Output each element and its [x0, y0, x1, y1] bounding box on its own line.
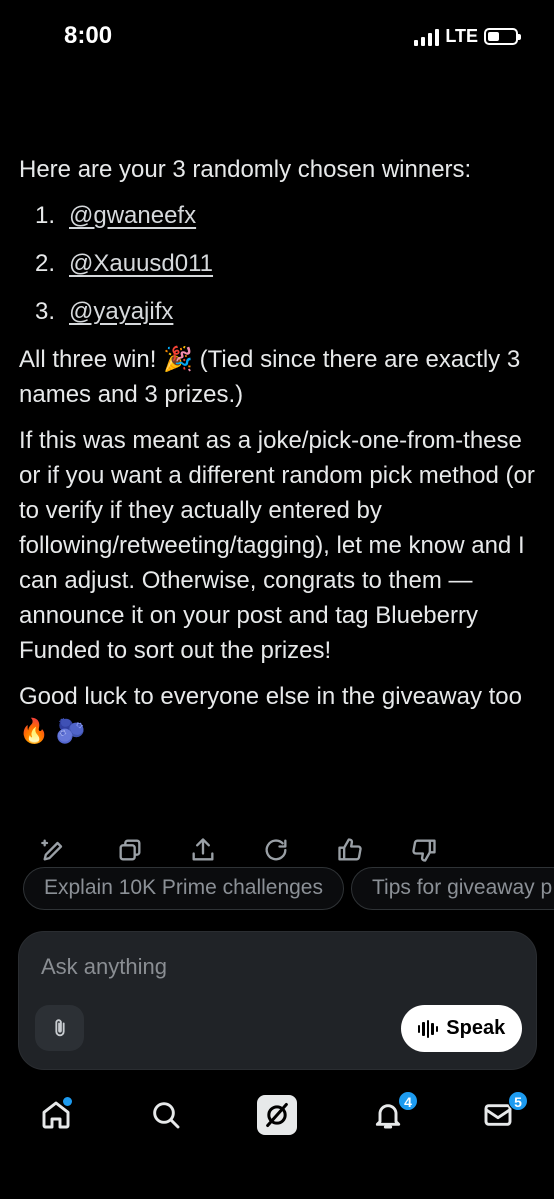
closing-text: Good luck to everyone else in the giveaw…: [19, 683, 522, 745]
unread-dot: [63, 1097, 72, 1106]
winner-handle-link[interactable]: @Xauusd011: [69, 246, 213, 281]
suggestion-chips: Explain 10K Prime challenges Tips for gi…: [23, 867, 554, 911]
status-time: 8:00: [64, 22, 113, 49]
nav-home[interactable]: [36, 1095, 76, 1135]
all-win-text: All three win! 🎉 (Tied since there are e…: [19, 346, 521, 408]
nav-grok[interactable]: [257, 1095, 297, 1135]
list-item: 2. @Xauusd011: [35, 246, 539, 281]
search-icon: [153, 1102, 180, 1129]
speak-label: Speak: [446, 1017, 506, 1039]
response-actions: [40, 836, 460, 870]
waveform-icon: [417, 1019, 439, 1038]
ask-input[interactable]: Ask anything: [41, 954, 167, 980]
attach-button[interactable]: [35, 1005, 84, 1051]
suggestion-chip[interactable]: Tips for giveaway p: [351, 867, 554, 910]
nav-notifications[interactable]: 4: [368, 1091, 418, 1135]
winners-list: 1. @gwaneefx 2. @Xauusd011 3. @yayajifx: [35, 198, 539, 329]
share-icon[interactable]: [189, 836, 221, 868]
intro-text: Here are your 3 randomly chosen winners:: [19, 156, 472, 183]
winner-handle-link[interactable]: @yayajifx: [69, 294, 173, 329]
status-bar: 8:00 LTE: [0, 0, 554, 76]
speak-button[interactable]: Speak: [401, 1005, 522, 1052]
regenerate-icon[interactable]: [262, 836, 294, 868]
list-item: 3. @yayajifx: [35, 294, 539, 329]
thumbs-down-icon[interactable]: [410, 836, 442, 868]
network-type: LTE: [445, 26, 478, 46]
explanation-text: If this was meant as a joke/pick-one-fro…: [19, 427, 535, 664]
thumbs-up-icon[interactable]: [336, 836, 368, 868]
paperclip-icon: [54, 1019, 65, 1037]
edit-icon[interactable]: [40, 836, 72, 868]
bottom-nav: 4 5: [0, 1085, 554, 1145]
ask-input-box[interactable]: Ask anything Speak: [18, 931, 537, 1070]
nav-messages[interactable]: 5: [478, 1091, 528, 1135]
suggestion-chip[interactable]: Explain 10K Prime challenges: [23, 867, 344, 910]
winner-handle-link[interactable]: @gwaneefx: [69, 198, 196, 233]
grok-response: Here are your 3 randomly chosen winners:…: [19, 152, 539, 760]
battery-icon: [484, 28, 521, 45]
list-item: 1. @gwaneefx: [35, 198, 539, 233]
nav-search[interactable]: [146, 1095, 186, 1135]
signal-icon: [414, 28, 440, 46]
copy-icon[interactable]: [116, 836, 148, 868]
status-indicators: LTE: [414, 26, 521, 47]
messages-badge: 5: [508, 1091, 528, 1111]
grok-icon: [257, 1095, 297, 1135]
notifications-badge: 4: [398, 1091, 418, 1111]
